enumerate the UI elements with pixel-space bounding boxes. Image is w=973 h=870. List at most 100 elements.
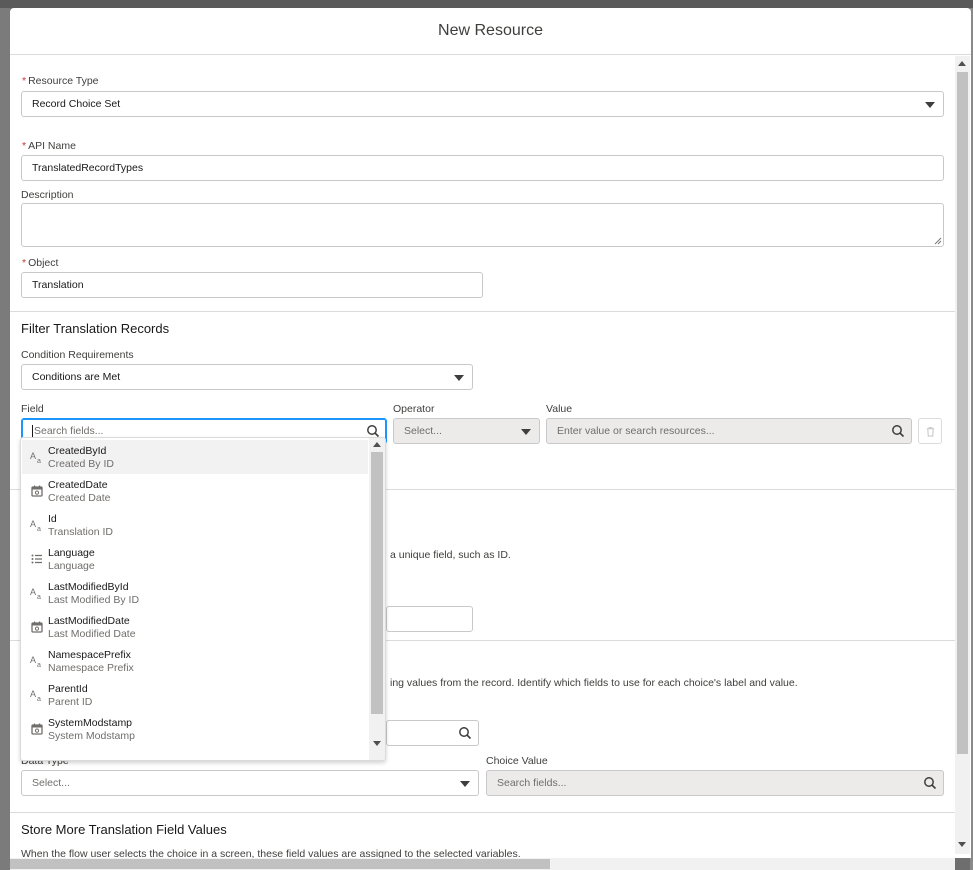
api-name-label: * API Name: [22, 140, 76, 152]
dropdown-option-createdbyid[interactable]: Aa CreatedById Created By ID: [22, 440, 368, 474]
dropdown-option-parentid[interactable]: Aa ParentId Parent ID: [22, 678, 368, 712]
scroll-up-arrow-icon[interactable]: [958, 61, 966, 66]
dropdown-option-createddate[interactable]: CreatedDate Created Date: [22, 474, 368, 508]
dropdown-option-namespaceprefix[interactable]: Aa NamespacePrefix Namespace Prefix: [22, 644, 368, 678]
scroll-up-arrow-icon[interactable]: [373, 442, 381, 447]
text-icon: Aa: [30, 688, 44, 703]
option-label: Last Modified Date: [48, 628, 136, 640]
resize-handle-icon[interactable]: [934, 237, 942, 245]
option-api-name: SystemModstamp: [48, 717, 133, 729]
operator-label: Operator: [393, 403, 435, 415]
option-label: Language: [48, 560, 95, 572]
calendar-icon: [30, 722, 44, 736]
option-api-name: LastModifiedDate: [48, 615, 130, 627]
background-app-bar: [0, 0, 973, 8]
option-api-name: LastModifiedById: [48, 581, 129, 593]
new-resource-modal: New Resource * Resource Type Record Choic…: [10, 8, 971, 858]
option-label: Created By ID: [48, 458, 114, 470]
resource-type-label-text: Resource Type: [28, 75, 99, 87]
data-type-placeholder: Select...: [32, 777, 70, 789]
delete-condition-button[interactable]: [918, 418, 942, 444]
calendar-icon: [30, 484, 44, 498]
search-icon: [367, 425, 380, 438]
scroll-down-arrow-icon[interactable]: [958, 842, 966, 847]
modal-title: New Resource: [438, 22, 543, 39]
search-icon: [924, 777, 937, 790]
choice-label-input[interactable]: [386, 720, 479, 746]
option-api-name: CreatedById: [48, 445, 107, 457]
dropdown-option-systemmodstamp[interactable]: SystemModstamp System Modstamp: [22, 712, 368, 746]
search-icon: [459, 727, 472, 740]
field-label: Field: [21, 403, 44, 415]
option-api-name: ParentId: [48, 683, 88, 695]
svg-text:a: a: [37, 526, 41, 532]
trash-icon: [926, 427, 935, 437]
option-label: Translation ID: [48, 526, 113, 538]
svg-text:A: A: [30, 587, 36, 597]
choice-help-text: ing values from the record. Identify whi…: [390, 677, 798, 689]
option-api-name: NamespacePrefix: [48, 649, 131, 661]
description-textarea[interactable]: [21, 203, 944, 247]
condition-requirements-select[interactable]: Conditions are Met: [21, 364, 473, 390]
chevron-down-icon: [521, 429, 531, 435]
dropdown-option-language[interactable]: Language Language: [22, 542, 368, 576]
option-api-name: Language: [48, 547, 95, 559]
text-icon: Aa: [30, 450, 44, 465]
condition-requirements-label: Condition Requirements: [21, 349, 134, 361]
dropdown-option-id[interactable]: Aa Id Translation ID: [22, 508, 368, 542]
operator-select[interactable]: Select...: [393, 418, 540, 444]
object-input[interactable]: Translation: [21, 272, 483, 298]
required-marker: *: [22, 257, 27, 269]
calendar-icon: [30, 620, 44, 634]
svg-text:a: a: [37, 662, 41, 668]
condition-requirements-value: Conditions are Met: [32, 371, 121, 383]
store-help-text: When the flow user selects the choice in…: [21, 848, 521, 858]
horizontal-scroll-thumb[interactable]: [10, 859, 550, 869]
text-icon: Aa: [30, 654, 44, 669]
option-label: Created Date: [48, 492, 111, 504]
section-divider: [10, 311, 955, 312]
option-api-name: Id: [48, 513, 57, 525]
operator-placeholder: Select...: [404, 425, 442, 437]
option-api-name: CreatedDate: [48, 479, 108, 491]
object-label: * Object: [22, 257, 58, 269]
chevron-down-icon: [454, 375, 464, 381]
value-placeholder: Enter value or search resources...: [557, 425, 715, 437]
option-label: System Modstamp: [48, 730, 135, 742]
api-name-input[interactable]: TranslatedRecordTypes: [21, 155, 944, 181]
sort-help-text: a unique field, such as ID.: [390, 549, 511, 561]
field-dropdown-listbox[interactable]: Aa CreatedById Created By ID CreatedDate Cre…: [20, 437, 386, 761]
store-section-title: Store More Translation Field Values: [21, 822, 227, 837]
modal-body: * Resource Type Record Choice Set * API Na…: [10, 55, 955, 858]
svg-text:A: A: [30, 689, 36, 699]
chevron-down-icon: [460, 781, 470, 787]
svg-text:a: a: [37, 696, 41, 702]
dropdown-scroll-thumb[interactable]: [371, 452, 383, 714]
data-type-select[interactable]: Select...: [21, 770, 479, 796]
resource-type-select[interactable]: Record Choice Set: [21, 91, 944, 117]
background-overlay: [0, 8, 10, 870]
page-scroll-thumb[interactable]: [957, 72, 968, 754]
description-label: Description: [21, 189, 74, 201]
api-name-value: TranslatedRecordTypes: [32, 162, 144, 174]
value-label: Value: [546, 403, 573, 415]
search-icon: [892, 425, 905, 438]
dropdown-option-lastmodifieddate[interactable]: LastModifiedDate Last Modified Date: [22, 610, 368, 644]
chevron-down-icon: [925, 102, 935, 108]
scroll-down-arrow-icon[interactable]: [373, 741, 381, 746]
choice-value-label: Choice Value: [486, 755, 548, 767]
required-marker: *: [22, 75, 27, 87]
dropdown-scrollbar[interactable]: [369, 438, 385, 760]
value-input[interactable]: Enter value or search resources...: [546, 418, 912, 444]
limit-input[interactable]: [386, 606, 473, 632]
api-name-label-text: API Name: [28, 140, 76, 152]
svg-text:A: A: [30, 451, 36, 461]
option-label: Namespace Prefix: [48, 662, 134, 674]
object-value: Translation: [32, 279, 84, 291]
horizontal-scrollbar[interactable]: [10, 858, 955, 870]
page-scrollbar[interactable]: [955, 56, 970, 854]
choice-value-input[interactable]: Search fields...: [486, 770, 944, 796]
svg-text:a: a: [37, 594, 41, 600]
dropdown-option-lastmodifiedbyid[interactable]: Aa LastModifiedById Last Modified By ID: [22, 576, 368, 610]
resource-type-label: * Resource Type: [22, 75, 99, 87]
